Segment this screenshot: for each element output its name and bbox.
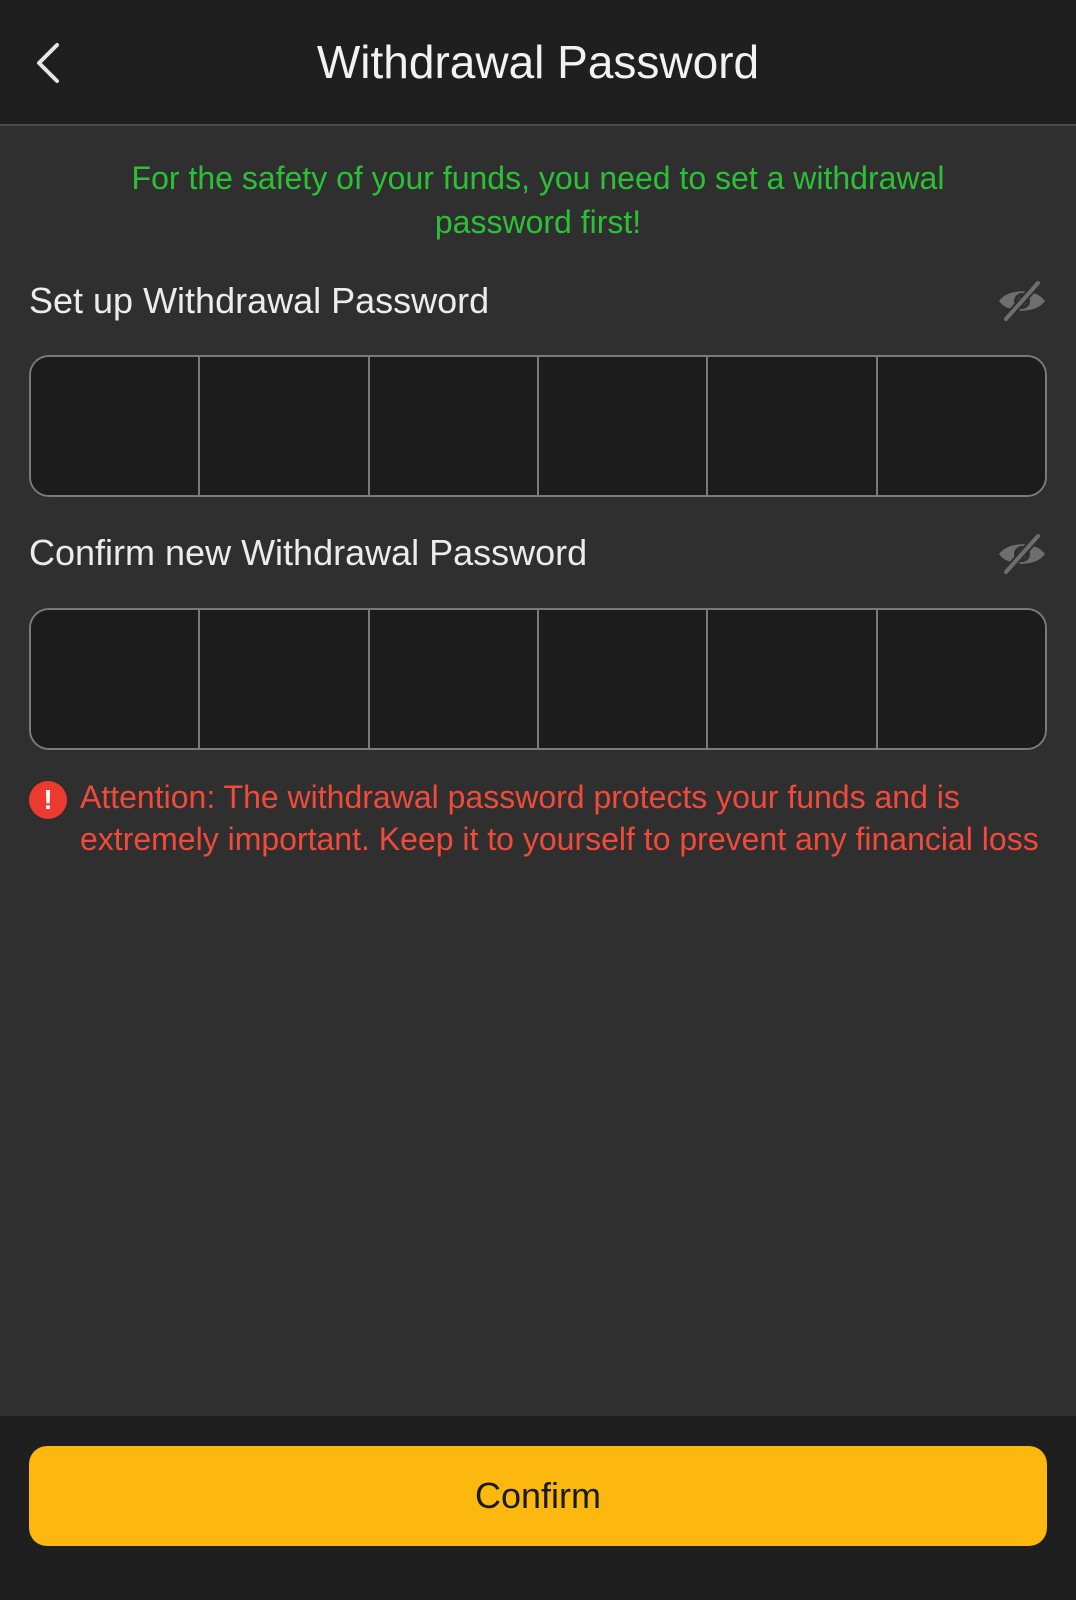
setup-password-label: Set up Withdrawal Password [29,280,490,321]
attention-warning: ! Attention: The withdrawal password pro… [29,776,1049,860]
pin-digit-cell[interactable] [877,357,1045,495]
confirm-button[interactable]: Confirm [29,1446,1047,1546]
footer-bar: Confirm [0,1416,1076,1600]
pin-digit-cell[interactable] [877,610,1045,748]
warning-text: Attention: The withdrawal password prote… [80,779,1039,857]
pin-digit-cell[interactable] [708,357,878,495]
pin-digit-cell[interactable] [31,610,201,748]
pin-digit-cell[interactable] [369,610,539,748]
app-root: Withdrawal Password For the safety of yo… [0,0,1076,1600]
confirm-visibility-toggle[interactable] [994,529,1050,579]
pin-digit-cell[interactable] [538,610,709,748]
eye-off-icon [999,279,1045,323]
confirm-password-label: Confirm new Withdrawal Password [29,532,588,573]
safety-notice: For the safety of your funds, you need t… [131,160,945,240]
setup-visibility-toggle[interactable] [994,276,1050,326]
confirm-password-input[interactable] [29,608,1047,750]
pin-digit-cell[interactable] [200,610,370,748]
pin-digit-cell[interactable] [31,357,201,495]
setup-password-input[interactable] [29,355,1047,497]
pin-digit-cell[interactable] [200,357,370,495]
pin-digit-cell[interactable] [369,357,539,495]
eye-off-icon [999,532,1045,576]
pin-digit-cell[interactable] [708,610,878,748]
pin-digit-cell[interactable] [538,357,709,495]
page-title: Withdrawal Password [316,36,760,88]
header-bar: Withdrawal Password [0,0,1076,126]
exclamation-icon: ! [29,781,67,819]
